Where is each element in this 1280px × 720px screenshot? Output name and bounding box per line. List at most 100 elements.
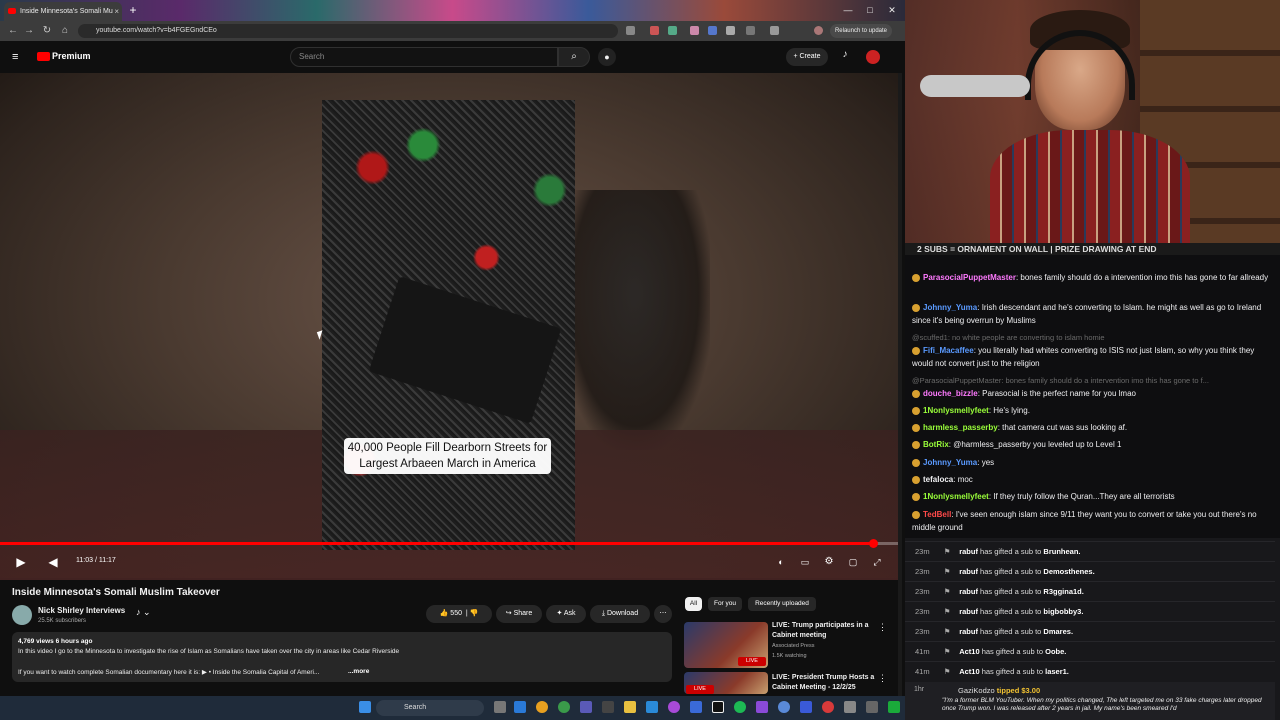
- app-icon[interactable]: [888, 701, 900, 713]
- page-scrollbar[interactable]: [898, 73, 902, 696]
- app-icon[interactable]: [778, 701, 790, 713]
- event-target[interactable]: bigbobby3.: [1043, 607, 1083, 616]
- event-user[interactable]: rabuf: [959, 587, 978, 596]
- search-button[interactable]: ⌕: [558, 47, 590, 67]
- app-icon[interactable]: [602, 701, 614, 713]
- app-icon[interactable]: [580, 701, 592, 713]
- recommendation-title[interactable]: LIVE: Trump participates in a Cabinet me…: [772, 621, 876, 641]
- ask-button[interactable]: ✦ Ask: [546, 605, 586, 623]
- fullscreen-icon[interactable]: ⤢: [868, 553, 886, 571]
- chrome-icon[interactable]: [536, 701, 548, 713]
- recommendation-title[interactable]: LIVE: President Trump Hosts a Cabinet Me…: [772, 673, 876, 693]
- chat-username[interactable]: 1Nonlysmellyfeet: [923, 406, 989, 415]
- progress-scrubber[interactable]: [869, 539, 878, 548]
- extension-icon[interactable]: [668, 26, 677, 35]
- spotify-icon[interactable]: [734, 701, 746, 713]
- search-input[interactable]: Search: [290, 47, 558, 67]
- extension-icon[interactable]: [708, 26, 717, 35]
- browser-tab-active[interactable]: Inside Minnesota's Somali Mu ×: [4, 2, 122, 21]
- app-icon[interactable]: [690, 701, 702, 713]
- event-target[interactable]: Dmares.: [1043, 627, 1073, 636]
- minimize-button[interactable]: —: [838, 3, 858, 17]
- event-user[interactable]: Act10: [959, 667, 979, 676]
- volume-icon[interactable]: ◀: [44, 553, 62, 571]
- chip-recently-uploaded[interactable]: Recently uploaded: [748, 597, 816, 611]
- download-button[interactable]: ⤓ Download: [590, 605, 650, 623]
- app-icon[interactable]: [844, 701, 856, 713]
- extension-icon[interactable]: [626, 26, 635, 35]
- chat-username[interactable]: douche_bizzle: [923, 389, 978, 398]
- chat-username[interactable]: ParasocialPuppetMaster: [923, 273, 1016, 282]
- recommendation-channel[interactable]: Associated Press: [772, 643, 815, 649]
- chat-username[interactable]: TedBell: [923, 510, 951, 519]
- chat-username[interactable]: BotRix: [923, 440, 949, 449]
- recommendation-menu-icon[interactable]: ⋮: [878, 673, 887, 684]
- back-icon[interactable]: ←: [6, 24, 20, 38]
- like-dislike-button[interactable]: 👍 550 | 👎: [426, 605, 492, 623]
- edge-icon[interactable]: [514, 701, 526, 713]
- chip-all[interactable]: All: [685, 597, 702, 611]
- event-target[interactable]: Oobe.: [1045, 647, 1066, 656]
- sidebar-icon[interactable]: [770, 26, 779, 35]
- app-icon[interactable]: [756, 701, 768, 713]
- reload-icon[interactable]: ↻: [40, 24, 54, 38]
- chat-username[interactable]: Johnny_Yuma: [923, 458, 977, 467]
- menu-icon[interactable]: ≡: [12, 51, 18, 63]
- relaunch-button[interactable]: Relaunch to update: [830, 24, 892, 38]
- home-icon[interactable]: ⌂: [58, 24, 72, 38]
- url-bar[interactable]: youtube.com/watch?v=b4FGEGndCEo: [78, 24, 618, 38]
- puzzle-icon[interactable]: [746, 26, 755, 35]
- event-target[interactable]: Demosthenes.: [1043, 567, 1094, 576]
- event-target[interactable]: laser1.: [1045, 667, 1069, 676]
- app-icon[interactable]: [822, 701, 834, 713]
- event-user[interactable]: rabuf: [959, 547, 978, 556]
- chat-username[interactable]: harmless_passerby: [923, 423, 998, 432]
- description-link-text[interactable]: If you want to watch complete Somalian d…: [18, 668, 319, 676]
- app-icon[interactable]: [668, 701, 680, 713]
- recommendation-menu-icon[interactable]: ⋮: [878, 622, 887, 633]
- mic-icon[interactable]: ●: [598, 48, 616, 66]
- theater-mode-icon[interactable]: ▢: [844, 553, 862, 571]
- chat-username[interactable]: 1Nonlysmellyfeet: [923, 492, 989, 501]
- create-button[interactable]: + Create: [786, 48, 828, 66]
- notifications-bell-icon[interactable]: ♪: [838, 49, 852, 65]
- app-icon[interactable]: [866, 701, 878, 713]
- event-target[interactable]: Brunhean.: [1043, 547, 1080, 556]
- channel-avatar[interactable]: [12, 605, 32, 625]
- maximize-button[interactable]: □: [860, 3, 880, 17]
- chat-username[interactable]: Johnny_Yuma: [923, 303, 977, 312]
- account-avatar[interactable]: [866, 50, 880, 64]
- task-view-icon[interactable]: [494, 701, 506, 713]
- windows-start-icon[interactable]: [359, 701, 371, 713]
- subtitles-icon[interactable]: ▭: [796, 553, 814, 571]
- obs-icon[interactable]: [712, 701, 724, 713]
- more-actions-button[interactable]: ⋯: [654, 605, 672, 623]
- event-user[interactable]: Act10: [959, 647, 979, 656]
- tab-close-icon[interactable]: ×: [114, 2, 119, 21]
- channel-name[interactable]: Nick Shirley Interviews: [38, 606, 125, 615]
- event-user[interactable]: rabuf: [959, 567, 978, 576]
- autoplay-toggle-icon[interactable]: ◐: [772, 553, 790, 571]
- file-explorer-icon[interactable]: [624, 701, 636, 713]
- share-button[interactable]: ↪ Share: [496, 605, 542, 623]
- event-target[interactable]: R3ggina1d.: [1043, 587, 1083, 596]
- event-user[interactable]: rabuf: [959, 627, 978, 636]
- show-more-link[interactable]: ...more: [348, 668, 369, 675]
- chat-username[interactable]: tefaloca: [923, 475, 953, 484]
- extension-icon[interactable]: [650, 26, 659, 35]
- event-user[interactable]: rabuf: [959, 607, 978, 616]
- app-icon[interactable]: [800, 701, 812, 713]
- forward-icon[interactable]: →: [22, 24, 36, 38]
- youtube-logo-icon[interactable]: [37, 52, 50, 61]
- chat-username[interactable]: Fifi_Macaffee: [923, 346, 974, 355]
- app-icon[interactable]: [558, 701, 570, 713]
- extension-icon[interactable]: [726, 26, 735, 35]
- play-icon[interactable]: ▶: [12, 553, 30, 571]
- taskbar-search[interactable]: Search: [376, 700, 484, 716]
- profile-icon[interactable]: [814, 26, 823, 35]
- close-window-button[interactable]: ✕: [882, 3, 902, 17]
- new-tab-button[interactable]: +: [126, 4, 140, 18]
- app-icon[interactable]: [646, 701, 658, 713]
- chip-for-you[interactable]: For you: [708, 597, 742, 611]
- youtube-logo-text[interactable]: Premium: [52, 51, 91, 61]
